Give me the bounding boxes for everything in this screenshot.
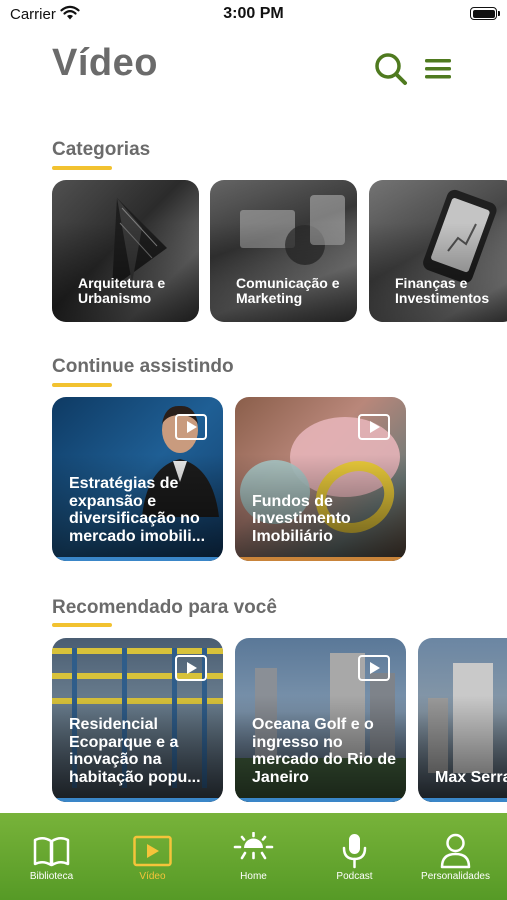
watch-progress-bar (52, 557, 223, 561)
play-icon (175, 655, 207, 681)
video-card[interactable]: Estratégias de expansão e diversificação… (52, 397, 223, 561)
video-play-icon (133, 835, 172, 867)
video-title: Estratégias de expansão e diversificação… (69, 475, 206, 545)
clock: 3:00 PM (223, 5, 284, 22)
play-icon (358, 655, 390, 681)
tab-label: Personalidades (421, 871, 490, 882)
category-card-communication[interactable]: Comunicação e Marketing (210, 180, 357, 322)
tab-biblioteca[interactable]: Biblioteca (1, 813, 102, 900)
search-icon[interactable] (374, 52, 408, 86)
watch-progress-bar (235, 798, 406, 802)
video-title: Residencial Ecoparque e a inovação na ha… (69, 716, 201, 786)
video-title: Max Serra Dourada e a integração empreen… (435, 768, 507, 786)
watch-progress-bar (52, 798, 223, 802)
video-card[interactable]: Oceana Golf e o ingresso no mercado do R… (235, 638, 406, 802)
status-bar: Carrier 3:00 PM (0, 0, 507, 28)
tab-personalidades[interactable]: Personalidades (405, 813, 506, 900)
category-card-finance[interactable]: Finanças e Investimentos (369, 180, 507, 322)
section-underline (52, 166, 112, 170)
watch-progress-bar (235, 557, 406, 561)
menu-icon[interactable] (424, 56, 452, 82)
page-title: Vídeo (52, 42, 158, 84)
tab-podcast[interactable]: Podcast (304, 813, 405, 900)
section-underline (52, 623, 112, 627)
category-label: Finanças e Investimentos (395, 275, 490, 306)
video-title: Fundos de Investimento Imobiliário (252, 492, 351, 545)
section-underline (52, 383, 112, 387)
video-title: Oceana Golf e o ingresso no mercado do R… (252, 716, 397, 786)
tab-label: Biblioteca (29, 871, 74, 882)
play-icon (175, 414, 207, 440)
tab-label: Vídeo (139, 871, 166, 882)
section-title-continue-watching: Continue assistindo (52, 356, 234, 377)
tab-bar: Biblioteca Vídeo Home Podcast Personalid… (0, 813, 507, 900)
play-icon (358, 414, 390, 440)
category-label: Arquitetura e Urbanismo (78, 275, 166, 306)
video-card[interactable]: Fundos de Investimento Imobiliário (235, 397, 406, 561)
battery-icon (470, 7, 500, 20)
watch-progress-bar (418, 798, 507, 802)
section-title-recommended: Recomendado para você (52, 597, 277, 618)
video-card[interactable]: Residencial Ecoparque e a inovação na ha… (52, 638, 223, 802)
tab-label: Podcast (336, 871, 373, 882)
sun-home-icon (233, 832, 274, 860)
video-card[interactable]: Max Serra Dourada e a integração empreen… (418, 638, 507, 802)
tab-video[interactable]: Vídeo (102, 813, 203, 900)
microphone-icon (342, 834, 367, 869)
section-title-categories: Categorias (52, 139, 151, 160)
category-label: Comunicação e Marketing (236, 275, 340, 306)
category-card-architecture[interactable]: Arquitetura e Urbanismo (52, 180, 199, 322)
person-icon (440, 833, 471, 869)
tab-label: Home (240, 871, 267, 882)
book-icon (33, 837, 70, 867)
tab-home[interactable]: Home (203, 813, 304, 900)
